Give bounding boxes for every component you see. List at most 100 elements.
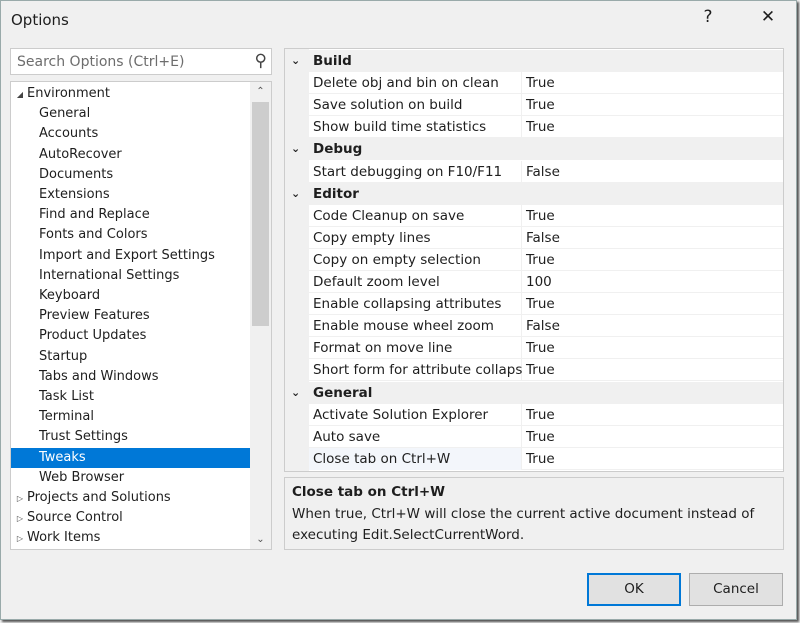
property-value[interactable]: True: [526, 205, 783, 227]
tree-item[interactable]: Trust Settings: [11, 427, 250, 447]
property-row[interactable]: Code Cleanup on save True: [285, 204, 783, 227]
category-name: Editor: [313, 185, 359, 202]
property-value[interactable]: True: [526, 293, 783, 315]
tree-item-label: Web Browser: [39, 469, 125, 485]
property-row[interactable]: Delete obj and bin on clean True: [285, 72, 783, 95]
tree-item-label: Source Control: [27, 510, 123, 526]
tree-item-label: Preview Features: [39, 308, 150, 324]
property-row[interactable]: Auto save True: [285, 425, 783, 448]
property-name: Start debugging on F10/F11: [313, 163, 503, 180]
description-text: When true, Ctrl+W will close the current…: [292, 506, 755, 543]
tree-item-label: Work Items: [27, 530, 101, 546]
tree-item[interactable]: Startup: [11, 347, 250, 367]
property-value[interactable]: True: [526, 337, 783, 359]
tree-item[interactable]: Fonts and Colors: [11, 225, 250, 245]
property-value[interactable]: True: [526, 404, 783, 426]
property-row[interactable]: Copy on empty selection True: [285, 248, 783, 271]
property-value[interactable]: True: [526, 426, 783, 448]
property-row[interactable]: Close tab on Ctrl+W True: [285, 447, 783, 470]
property-row[interactable]: Save solution on build True: [285, 94, 783, 117]
tree-item[interactable]: Tabs and Windows: [11, 367, 250, 387]
tree-scrollbar[interactable]: ⌃ ⌄: [250, 82, 271, 549]
scroll-down-icon[interactable]: ⌄: [250, 534, 271, 545]
tree-item-label: Trust Settings: [39, 429, 128, 445]
search-icon[interactable]: ⚲: [255, 51, 267, 71]
chevron-down-icon[interactable]: ⌄: [291, 183, 300, 205]
tree-item[interactable]: General: [11, 104, 250, 124]
tree-item[interactable]: Web Browser: [11, 468, 250, 488]
tree-item[interactable]: ▷ Source Control: [11, 508, 250, 528]
search-input[interactable]: Search Options (Ctrl+E) ⚲: [10, 48, 272, 75]
collapsed-arrow-icon[interactable]: ▷: [13, 509, 27, 529]
property-row[interactable]: Start debugging on F10/F11 False: [285, 160, 783, 183]
tree-item[interactable]: ▷ Projects and Solutions: [11, 488, 250, 508]
category-name: General: [313, 384, 373, 401]
property-value[interactable]: True: [526, 448, 783, 470]
tree-item[interactable]: Tweaks: [11, 447, 250, 468]
property-name: Copy empty lines: [313, 229, 431, 246]
tree-item-label: Startup: [39, 348, 88, 364]
property-row[interactable]: Copy empty lines False: [285, 226, 783, 249]
category-row[interactable]: ⌄ General: [285, 381, 783, 404]
tree-item[interactable]: Documents: [11, 165, 250, 185]
property-row[interactable]: Enable collapsing attributes True: [285, 293, 783, 316]
tree-item[interactable]: Import and Export Settings: [11, 246, 250, 266]
property-value[interactable]: False: [526, 161, 783, 183]
property-value[interactable]: True: [526, 249, 783, 271]
tree-item[interactable]: Find and Replace: [11, 205, 250, 225]
property-row[interactable]: Default zoom level 100: [285, 271, 783, 293]
tree-item-label: Extensions: [39, 187, 110, 202]
property-value[interactable]: True: [526, 116, 783, 138]
ok-button[interactable]: OK: [587, 573, 681, 606]
property-name: Code Cleanup on save: [313, 207, 465, 224]
scroll-up-icon[interactable]: ⌃: [250, 86, 271, 97]
category-name: Debug: [313, 141, 363, 158]
property-value[interactable]: False: [526, 315, 783, 337]
property-value[interactable]: True: [526, 359, 783, 381]
property-row[interactable]: Enable mouse wheel zoom False: [285, 315, 783, 338]
category-row[interactable]: ⌄ Debug: [285, 138, 783, 161]
tree-item[interactable]: ◢ Environment: [11, 84, 250, 104]
chevron-down-icon[interactable]: ⌄: [291, 382, 300, 404]
property-name: Enable collapsing attributes: [313, 296, 502, 313]
tree-item-label: Tabs and Windows: [39, 368, 159, 384]
category-row[interactable]: ⌄ Editor: [285, 182, 783, 205]
tree-item[interactable]: Terminal: [11, 407, 250, 427]
cancel-button[interactable]: Cancel: [689, 573, 783, 606]
property-value[interactable]: 100: [526, 271, 783, 293]
category-row[interactable]: ⌄ Build: [285, 50, 783, 72]
help-button[interactable]: ?: [693, 7, 723, 27]
chevron-down-icon[interactable]: ⌄: [291, 138, 300, 160]
tree-item-label: Tweaks: [39, 449, 86, 465]
tree-item[interactable]: Product Updates: [11, 326, 250, 346]
collapsed-arrow-icon[interactable]: ▷: [13, 489, 27, 509]
property-row[interactable]: Show build time statistics True: [285, 116, 783, 139]
property-name: Delete obj and bin on clean: [313, 75, 499, 92]
tree-item[interactable]: Extensions: [11, 185, 250, 205]
property-name: Copy on empty selection: [313, 251, 481, 268]
tree-item-label: International Settings: [39, 267, 180, 283]
property-value[interactable]: False: [526, 227, 783, 249]
tree-item[interactable]: ▷ Work Items: [11, 528, 250, 548]
property-row[interactable]: Format on move line True: [285, 337, 783, 360]
tree-item[interactable]: Preview Features: [11, 306, 250, 326]
property-row[interactable]: Activate Solution Explorer True: [285, 403, 783, 426]
scrollbar-thumb[interactable]: [252, 102, 269, 326]
property-name: Short form for attribute collaps: [313, 362, 523, 379]
property-value[interactable]: True: [526, 72, 783, 94]
tree-item-label: Product Updates: [39, 328, 147, 344]
property-row[interactable]: Short form for attribute collaps True: [285, 359, 783, 382]
collapsed-arrow-icon[interactable]: ▷: [13, 529, 27, 549]
property-name: Close tab on Ctrl+W: [313, 450, 451, 467]
tree-item-label: Find and Replace: [39, 207, 150, 223]
tree-item[interactable]: Keyboard: [11, 286, 250, 306]
chevron-down-icon[interactable]: ⌄: [291, 50, 300, 72]
tree-item[interactable]: International Settings: [11, 266, 250, 286]
property-value[interactable]: True: [526, 94, 783, 116]
options-tree: ⌃ ⌄ ◢ Environment General Accounts AutoRecov…: [10, 81, 272, 550]
tree-item[interactable]: AutoRecover: [11, 145, 250, 165]
close-button[interactable]: ✕: [753, 7, 783, 27]
tree-item[interactable]: Accounts: [11, 124, 250, 144]
expanded-arrow-icon[interactable]: ◢: [13, 85, 27, 105]
tree-item[interactable]: Task List: [11, 387, 250, 407]
